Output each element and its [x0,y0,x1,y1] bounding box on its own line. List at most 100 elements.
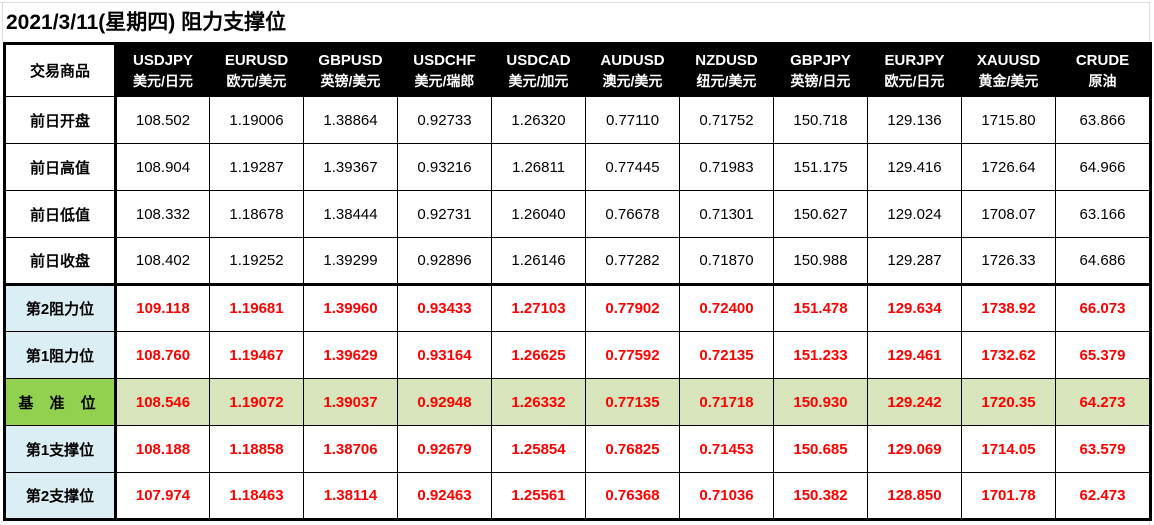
value-cell-eurusd: 1.19252 [209,237,304,286]
value-cell-audusd: 0.76368 [585,472,680,520]
value-cell-crude: 63.166 [1055,190,1151,238]
symbol-name: 原油 [1088,72,1117,89]
symbol-code: EURUSD [224,51,289,69]
value-cell-audusd: 0.76825 [585,425,680,473]
value-cell-usdjpy: 108.904 [115,143,210,191]
value-cell-usdcad: 1.26811 [491,143,586,191]
value-cell-gbpjpy: 150.627 [773,190,868,238]
value-cell-crude: 65.379 [1055,331,1151,379]
value-cell-gbpjpy: 150.988 [773,237,868,286]
column-header-usdchf: USDCHF 美元/瑞郎 [397,43,492,97]
value-cell-crude: 66.073 [1055,284,1151,332]
value-cell-eurusd: 1.18678 [209,190,304,238]
value-cell-gbpusd: 1.39037 [303,378,398,426]
symbol-name: 美元/加元 [508,72,569,89]
symbol-code: XAUUSD [976,51,1041,69]
column-header-audusd: AUDUSD 澳元/美元 [585,43,680,97]
value-cell-gbpjpy: 151.478 [773,284,868,332]
value-cell-eurusd: 1.18463 [209,472,304,520]
column-header-xauusd: XAUUSD 黄金/美元 [961,43,1056,97]
row-label: 前日高值 [4,143,117,191]
value-cell-usdchf: 0.93433 [397,284,492,332]
table-row-prev-low: 前日低值 108.332 1.18678 1.38444 0.92731 1.26040 0… [4,190,1151,238]
value-cell-gbpusd: 1.38444 [303,190,398,238]
value-cell-gbpjpy: 151.175 [773,143,868,191]
value-cell-nzdusd: 0.72135 [679,331,774,379]
symbol-code: CRUDE [1075,51,1130,69]
symbol-name: 欧元/美元 [226,72,287,89]
value-cell-eurusd: 1.19467 [209,331,304,379]
value-cell-crude: 64.966 [1055,143,1151,191]
frame-top-border [0,2,1150,3]
value-cell-usdchf: 0.93164 [397,331,492,379]
value-cell-usdjpy: 108.188 [115,425,210,473]
value-cell-usdchf: 0.93216 [397,143,492,191]
symbol-code: NZDUSD [695,51,758,69]
symbol-code: GBPUSD [318,51,383,69]
value-cell-audusd: 0.77135 [585,378,680,426]
value-cell-usdchf: 0.92463 [397,472,492,520]
table-row-prev-close: 前日收盘 108.402 1.19252 1.39299 0.92896 1.26146 0… [4,237,1151,286]
value-cell-eurjpy: 129.287 [867,237,962,286]
table-row-resistance-1: 第1阻力位 108.760 1.19467 1.39629 0.93164 1.26625… [4,331,1151,379]
table-body: 前日开盘 108.502 1.19006 1.38864 0.92733 1.26320 0… [4,96,1151,520]
value-cell-xauusd: 1701.78 [961,472,1056,520]
value-cell-gbpjpy: 150.930 [773,378,868,426]
value-cell-eurjpy: 129.416 [867,143,962,191]
header-row: 交易商品 USDJPY 美元/日元 EURUSD 欧元/美元 GBPUSD 英镑/美元… [4,43,1151,97]
value-cell-xauusd: 1720.35 [961,378,1056,426]
value-cell-eurjpy: 129.242 [867,378,962,426]
symbol-name: 欧元/日元 [884,72,945,89]
table-row-pivot: 基 准 位 108.546 1.19072 1.39037 0.92948 1.26332… [4,378,1151,426]
frame-left-border [2,2,3,42]
symbol-name: 美元/日元 [133,72,193,89]
value-cell-eurusd: 1.19072 [209,378,304,426]
column-header-gbpjpy: GBPJPY 英镑/日元 [773,43,868,97]
table-row-resistance-2: 第2阻力位 109.118 1.19681 1.39960 0.93433 1.27103… [4,284,1151,332]
value-cell-crude: 63.579 [1055,425,1151,473]
value-cell-gbpjpy: 151.233 [773,331,868,379]
row-label: 第1支撑位 [4,425,117,473]
symbol-name: 纽元/美元 [696,72,757,89]
value-cell-gbpusd: 1.38864 [303,96,398,144]
value-cell-usdjpy: 108.402 [115,237,210,286]
column-header-eurusd: EURUSD 欧元/美元 [209,43,304,97]
value-cell-crude: 64.686 [1055,237,1151,286]
value-cell-eurjpy: 129.069 [867,425,962,473]
value-cell-usdchf: 0.92948 [397,378,492,426]
value-cell-usdjpy: 109.118 [115,284,210,332]
value-cell-usdcad: 1.25561 [491,472,586,520]
column-header-usdjpy: USDJPY 美元/日元 [115,43,210,97]
value-cell-usdjpy: 108.332 [115,190,210,238]
value-cell-nzdusd: 0.71983 [679,143,774,191]
value-cell-usdjpy: 108.760 [115,331,210,379]
value-cell-xauusd: 1726.64 [961,143,1056,191]
column-header-usdcad: USDCAD 美元/加元 [491,43,586,97]
symbol-code: USDJPY [132,51,194,69]
value-cell-gbpusd: 1.38114 [303,472,398,520]
value-cell-usdjpy: 108.502 [115,96,210,144]
value-cell-eurusd: 1.19287 [209,143,304,191]
column-header-crude: CRUDE 原油 [1055,43,1151,97]
page-title: 2021/3/11(星期四) 阻力支撑位 [6,11,287,34]
value-cell-xauusd: 1726.33 [961,237,1056,286]
value-cell-xauusd: 1708.07 [961,190,1056,238]
value-cell-usdchf: 0.92679 [397,425,492,473]
table-row-prev-open: 前日开盘 108.502 1.19006 1.38864 0.92733 1.26320 0… [4,96,1151,144]
value-cell-usdcad: 1.26040 [491,190,586,238]
value-cell-gbpusd: 1.39960 [303,284,398,332]
value-cell-crude: 64.273 [1055,378,1151,426]
symbol-code: USDCAD [506,51,571,69]
value-cell-xauusd: 1715.80 [961,96,1056,144]
value-cell-audusd: 0.77592 [585,331,680,379]
value-cell-eurjpy: 129.461 [867,331,962,379]
value-cell-usdcad: 1.26625 [491,331,586,379]
value-cell-eurjpy: 129.024 [867,190,962,238]
table-row-support-2: 第2支撑位 107.974 1.18463 1.38114 0.92463 1.25561… [4,472,1151,520]
row-label: 前日开盘 [4,96,117,144]
symbol-code: USDCHF [413,51,476,69]
value-cell-crude: 62.473 [1055,472,1151,520]
value-cell-audusd: 0.77110 [585,96,680,144]
value-cell-crude: 63.866 [1055,96,1151,144]
column-header-gbpusd: GBPUSD 英镑/美元 [303,43,398,97]
